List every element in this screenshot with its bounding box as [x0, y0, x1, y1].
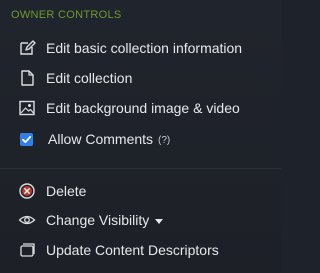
- edit-basic-info-button[interactable]: Edit basic collection information: [18, 37, 242, 59]
- owner-controls-panel: OWNER CONTROLS Edit basic collection inf…: [0, 0, 281, 273]
- edit-background-label: Edit background image & video: [46, 100, 240, 116]
- pencil-edit-icon: [18, 39, 36, 57]
- allow-comments-label: Allow Comments: [48, 131, 154, 147]
- delete-label: Delete: [46, 183, 87, 199]
- change-visibility-label: Change Visibility: [46, 212, 150, 228]
- allow-comments-help[interactable]: (?): [158, 135, 170, 146]
- delete-button[interactable]: Delete: [18, 180, 86, 202]
- document-icon: [18, 69, 36, 87]
- image-icon: [18, 99, 36, 117]
- edit-collection-button[interactable]: Edit collection: [18, 67, 132, 89]
- eye-icon: [18, 211, 36, 229]
- cards-icon: [18, 241, 36, 259]
- section-title: OWNER CONTROLS: [11, 9, 122, 21]
- section-divider: [0, 168, 281, 169]
- allow-comments-checkbox[interactable]: [20, 132, 33, 146]
- delete-circle-x-icon: [18, 182, 36, 200]
- chevron-down-icon: [155, 218, 164, 224]
- update-content-descriptors-label: Update Content Descriptors: [46, 242, 219, 258]
- edit-basic-info-label: Edit basic collection information: [46, 40, 243, 56]
- edit-collection-label: Edit collection: [46, 70, 133, 86]
- update-content-descriptors-button[interactable]: Update Content Descriptors: [18, 239, 219, 261]
- change-visibility-dropdown[interactable]: Change Visibility: [18, 209, 164, 231]
- edit-background-button[interactable]: Edit background image & video: [18, 97, 240, 119]
- checkmark-icon: [22, 135, 32, 143]
- allow-comments-toggle[interactable]: Allow Comments (?): [18, 128, 170, 150]
